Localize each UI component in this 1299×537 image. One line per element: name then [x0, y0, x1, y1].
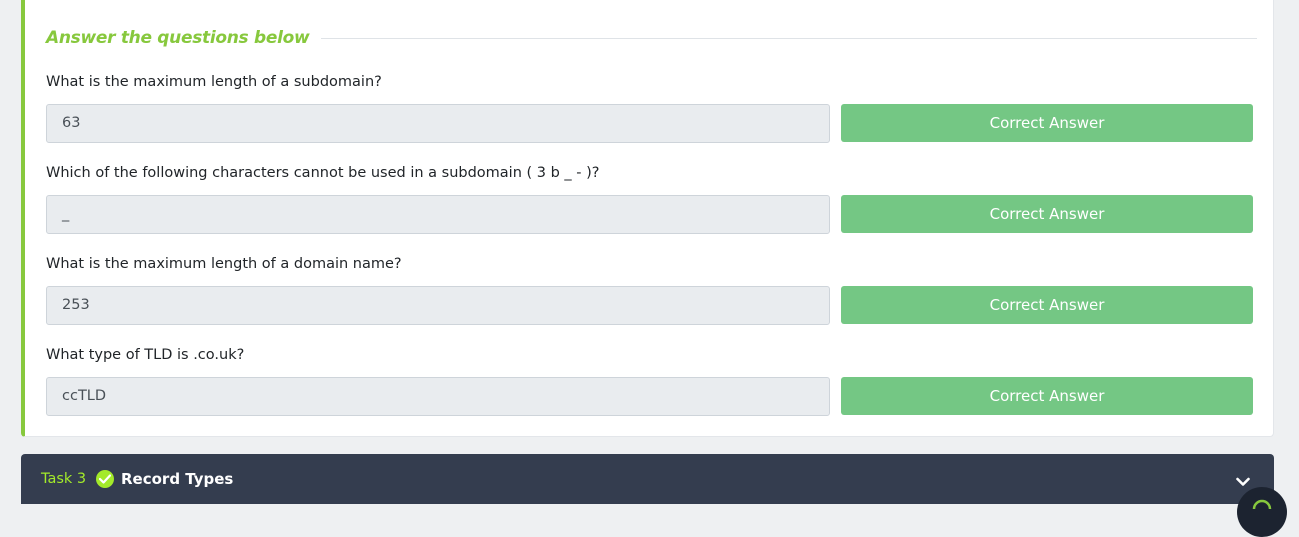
- question-1-correct-answer-button[interactable]: Correct Answer: [841, 104, 1253, 142]
- question-3-answer-field[interactable]: 253: [46, 286, 830, 325]
- question-4-label: What type of TLD is .co.uk?: [46, 347, 245, 363]
- task-name: Record Types: [121, 470, 234, 488]
- question-2-answer-field[interactable]: _: [46, 195, 830, 234]
- question-2-label: Which of the following characters cannot…: [46, 165, 600, 181]
- question-3-correct-answer-button[interactable]: Correct Answer: [841, 286, 1253, 324]
- question-4-correct-answer-button[interactable]: Correct Answer: [841, 377, 1253, 415]
- questions-title: Answer the questions below: [46, 27, 322, 49]
- questions-header: Answer the questions below: [46, 27, 1257, 49]
- question-2-correct-answer-button[interactable]: Correct Answer: [841, 195, 1253, 233]
- question-1-answer-field[interactable]: 63: [46, 104, 830, 143]
- question-1-label: What is the maximum length of a subdomai…: [46, 74, 382, 90]
- floating-help-button[interactable]: [1237, 487, 1287, 537]
- question-3-label: What is the maximum length of a domain n…: [46, 256, 402, 272]
- task-number: Task 3: [41, 471, 87, 487]
- check-circle-icon: [96, 470, 114, 488]
- task-3-header[interactable]: Task 3 Record Types: [21, 454, 1274, 504]
- questions-card: Answer the questions below What is the m…: [21, 0, 1274, 437]
- chevron-down-icon[interactable]: [1236, 472, 1250, 491]
- question-4-answer-field[interactable]: ccTLD: [46, 377, 830, 416]
